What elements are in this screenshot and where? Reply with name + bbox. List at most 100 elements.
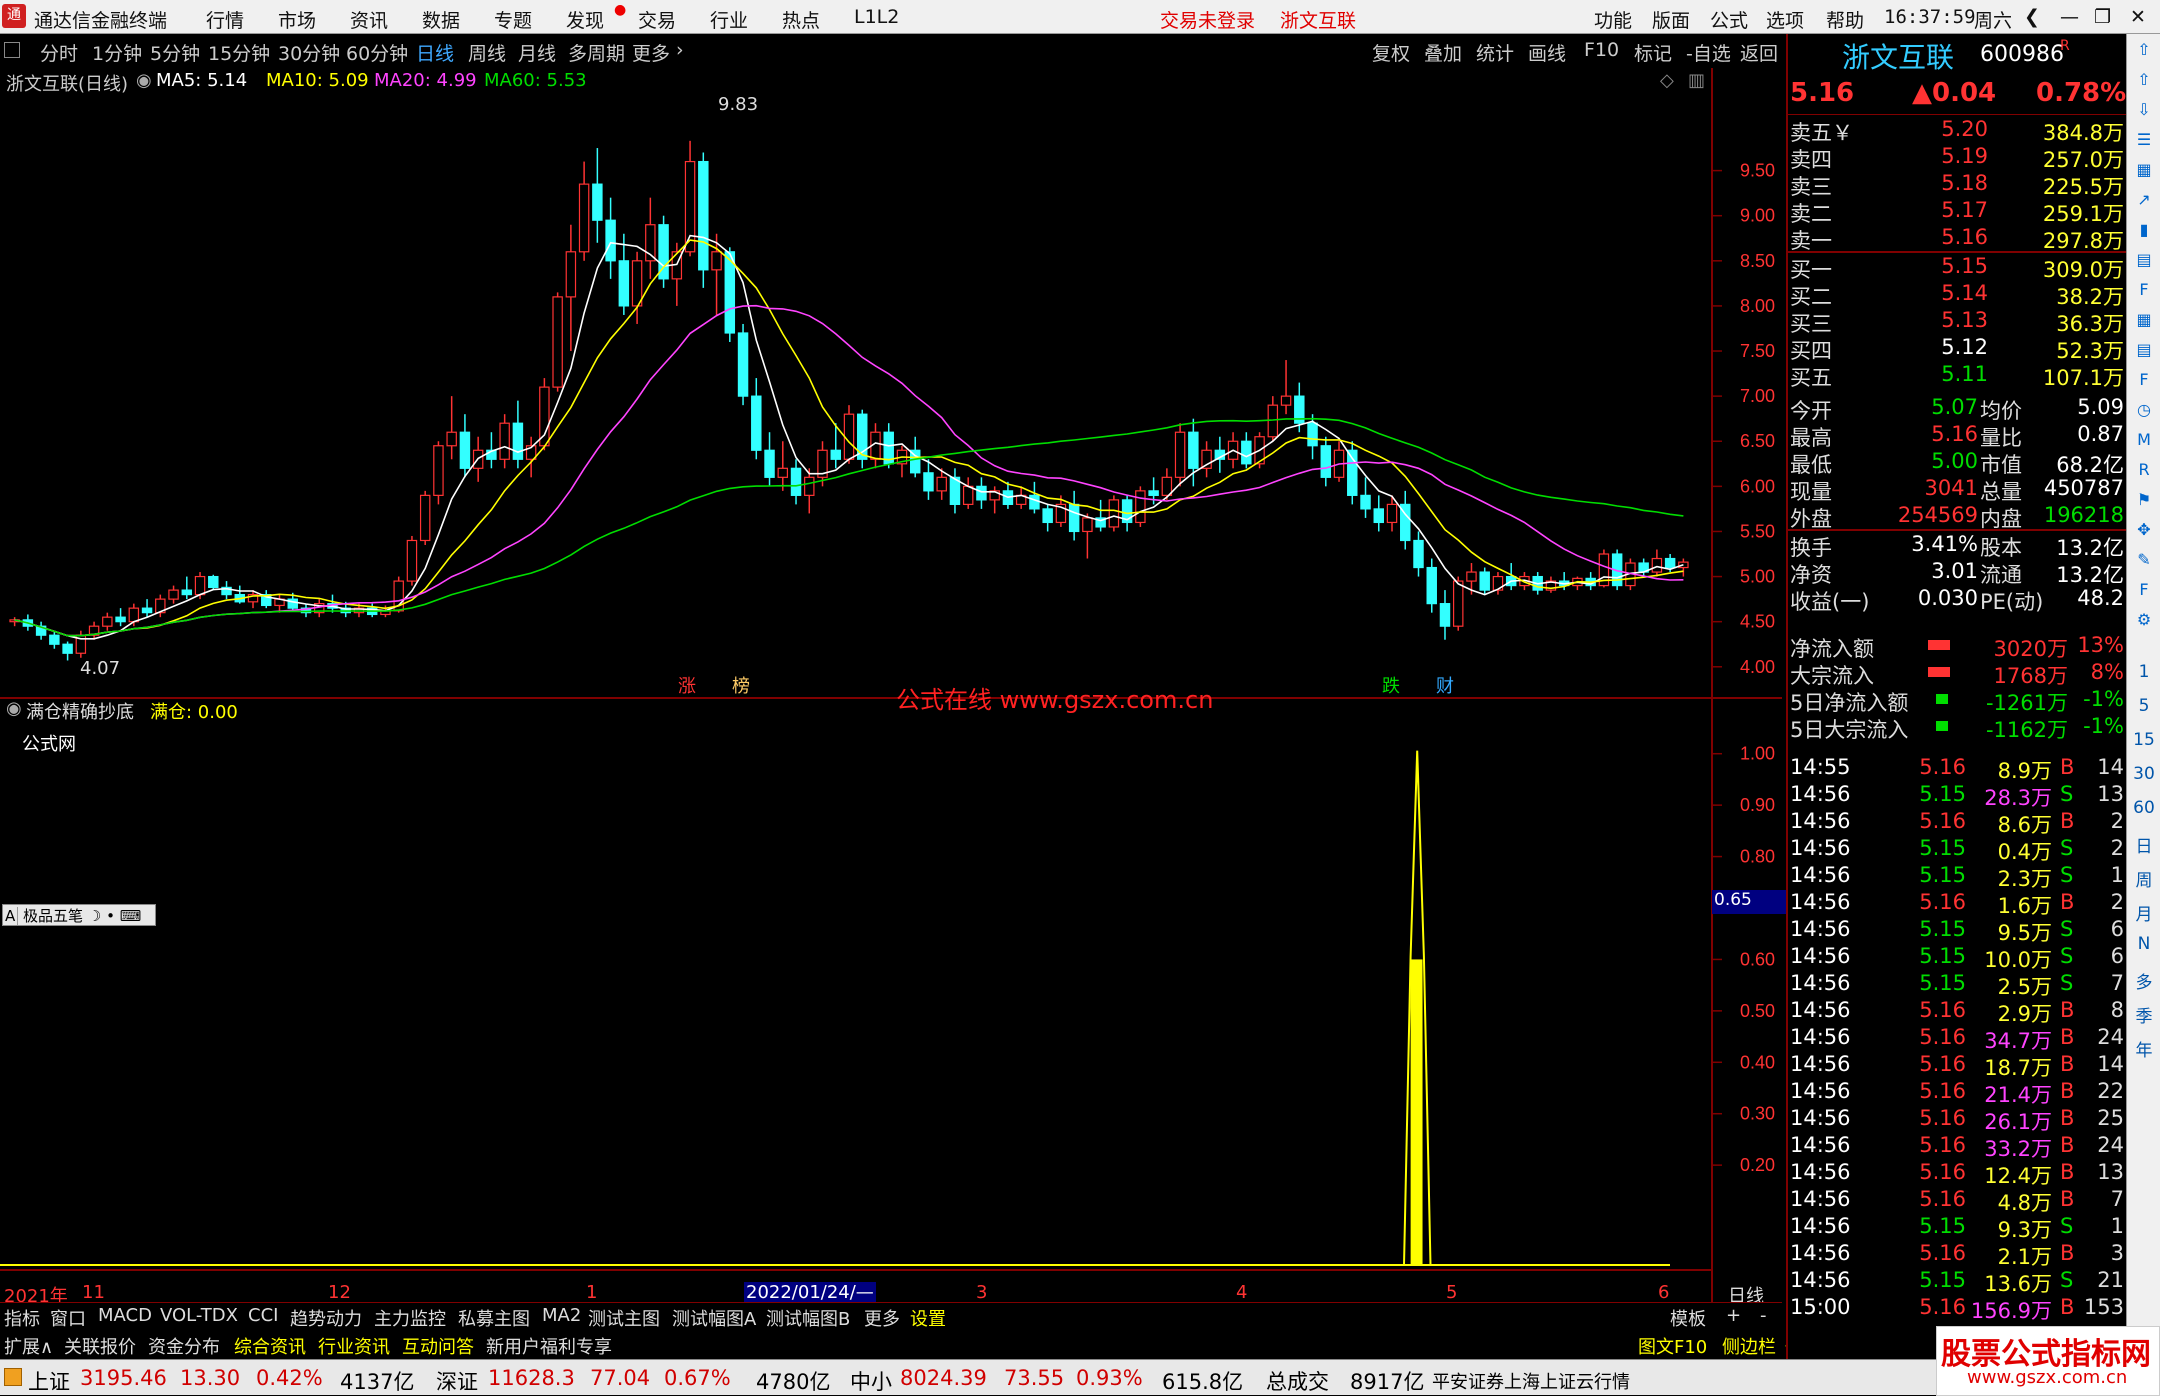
tick-row[interactable]: 14:56 5.16 18.7万 B 14 [1788,1051,2128,1080]
doc-icon[interactable]: ▤ [2127,250,2160,269]
tab-zonghe[interactable]: 综合资讯 [234,1333,306,1359]
tb-test-a[interactable]: 测试幅图A [672,1305,756,1331]
tab-monthly[interactable]: 月线 [518,39,556,66]
tick-row[interactable]: 14:56 5.15 13.6万 S 21 [1788,1267,2128,1296]
tab-zijin[interactable]: 资金分布 [148,1333,220,1359]
tb-settings[interactable]: 设置 [910,1305,946,1331]
period-shortcut[interactable]: 多 [2127,968,2160,993]
menu-jiaoyi[interactable]: 交易 [638,6,676,33]
indicator-settings-icon[interactable]: ◉ [6,698,22,719]
tab-30min[interactable]: 30分钟 [278,39,340,66]
flow-row[interactable]: 大宗流入 1768万 8% [1788,659,2128,688]
tool-fuquan[interactable]: 复权 [1372,39,1410,66]
tick-row[interactable]: 14:56 5.16 33.2万 B 24 [1788,1132,2128,1161]
f2-icon[interactable]: F [2127,370,2160,389]
stat-row[interactable]: 今开 5.07 均价 5.09 [1788,394,2128,423]
ime-a-icon[interactable]: A [3,907,19,925]
ime-moon-icon[interactable]: ☽ [88,907,101,925]
period-shortcut[interactable]: 季 [2127,1002,2160,1027]
tab-60min[interactable]: 60分钟 [346,39,408,66]
tick-row[interactable]: 14:56 5.16 8.6万 B 2 [1788,808,2128,837]
stat-row[interactable]: 最高 5.16 量比 0.87 [1788,421,2128,450]
ask-row[interactable]: 卖五￥ 5.20 384.8万 [1788,116,2128,145]
f10-icon[interactable]: F [2127,280,2160,299]
menu-zhuanti[interactable]: 专题 [494,6,532,33]
tab-more[interactable]: 更多 [632,39,670,66]
tb-template[interactable]: 模板 [1670,1305,1706,1331]
tick-row[interactable]: 14:56 5.16 26.1万 B 25 [1788,1105,2128,1134]
tick-row[interactable]: 14:56 5.16 4.8万 B 7 [1788,1186,2128,1215]
tab-multi[interactable]: 多周期 [568,39,625,66]
chart-icon[interactable]: ↗ [2127,190,2160,209]
tick-row[interactable]: 14:56 5.16 1.6万 B 2 [1788,889,2128,918]
tb-test-main[interactable]: 测试主图 [588,1305,660,1331]
back-arrow-icon[interactable]: ❮ [2024,6,2040,28]
tick-row[interactable]: 14:56 5.15 2.5万 S 7 [1788,970,2128,999]
settings-circle-icon[interactable]: ◉ [136,70,152,91]
period-shortcut[interactable]: 年 [2127,1036,2160,1061]
tool-zixuan[interactable]: -自选 [1686,39,1731,66]
period-shortcut[interactable]: 60 [2127,798,2160,818]
restore-icon[interactable]: ❐ [2094,6,2111,28]
menu-shichang[interactable]: 市场 [278,6,316,33]
menu-xuanxiang[interactable]: 选项 [1766,6,1804,33]
tb-test-b[interactable]: 测试幅图B [766,1305,850,1331]
tool-biaoji[interactable]: 标记 [1634,39,1672,66]
menu-bangzhu[interactable]: 帮助 [1826,6,1864,33]
tool-tongji[interactable]: 统计 [1476,39,1514,66]
tick-row[interactable]: 15:00 5.16 156.9万 B 153 [1788,1294,2128,1323]
diamond-icon[interactable]: ◇ [1660,70,1674,91]
tb-minus[interactable]: - [1760,1305,1767,1326]
tab-fenshi[interactable]: 分时 [40,39,78,66]
tb-more[interactable]: 更多 [864,1305,900,1331]
tick-row[interactable]: 14:56 5.16 2.9万 B 8 [1788,997,2128,1026]
period-shortcut[interactable]: 1 [2127,662,2160,682]
period-shortcut[interactable]: 周 [2127,866,2160,891]
tick-row[interactable]: 14:56 5.15 2.3万 S 1 [1788,862,2128,891]
tick-row[interactable]: 14:56 5.16 2.1万 B 3 [1788,1240,2128,1269]
period-shortcut[interactable]: 月 [2127,900,2160,925]
marker-die[interactable]: 跌 [1382,672,1400,698]
table-icon[interactable]: ▦ [2127,160,2160,179]
move-icon[interactable]: ✥ [2127,520,2160,539]
menu-hangye[interactable]: 行业 [710,6,748,33]
minimize-icon[interactable]: — [2060,6,2079,28]
menu-hangqing[interactable]: 行情 [206,6,244,33]
menu-redian[interactable]: 热点 [782,6,820,33]
menu-zixun[interactable]: 资讯 [350,6,388,33]
pen-icon[interactable]: ✎ [2127,550,2160,569]
menu-shuju[interactable]: 数据 [422,6,460,33]
ime-dot-icon[interactable]: • [106,907,115,925]
f5-icon[interactable]: F [2127,580,2160,599]
tick-row[interactable]: 14:56 5.16 34.7万 B 24 [1788,1024,2128,1053]
ime-keyboard-icon[interactable]: ⌨ [120,907,142,925]
up-arrow-icon[interactable]: ⇧ [2127,40,2160,59]
period-shortcut[interactable]: N [2127,934,2160,954]
tb-cci[interactable]: CCI [248,1305,278,1326]
tab-hudong[interactable]: 互动问答 [402,1333,474,1359]
tb-ma2[interactable]: MA2 [542,1305,581,1326]
stat-row[interactable]: 换手 3.41% 股本 13.2亿 [1788,531,2128,560]
stat-row[interactable]: 最低 5.00 市值 68.2亿 [1788,448,2128,477]
tab-expand[interactable]: 扩展∧ [4,1333,53,1359]
login-status[interactable]: 交易未登录 [1160,6,1255,33]
close-icon[interactable]: ✕ [2130,6,2146,28]
idx-sh-name[interactable]: 上证 [28,1366,70,1396]
tab-fuli[interactable]: 新用户福利专享 [486,1333,612,1359]
settings-icon[interactable]: ⚙ [2127,610,2160,629]
up-arrow-icon[interactable]: ⇧ [2127,70,2160,89]
ask-row[interactable]: 卖四 5.19 257.0万 [1788,143,2128,172]
tb-macd[interactable]: MACD [98,1305,152,1326]
tb-zhibiao[interactable]: 指标 [4,1305,40,1331]
tick-row[interactable]: 14:55 5.16 8.9万 B 14 [1788,754,2128,783]
status-icon[interactable] [4,1368,22,1386]
tb-plus[interactable]: + [1726,1305,1741,1326]
panel-toggle-icon[interactable] [4,42,20,58]
flag-icon[interactable]: ⚑ [2127,490,2160,509]
period-shortcut[interactable]: 15 [2127,730,2160,750]
list-icon[interactable]: ☰ [2127,130,2160,149]
clock-icon[interactable]: ◷ [2127,400,2160,419]
tab-5min[interactable]: 5分钟 [150,39,200,66]
marker-zhang[interactable]: 涨 [678,672,696,698]
marker-cai[interactable]: 财 [1436,672,1454,698]
